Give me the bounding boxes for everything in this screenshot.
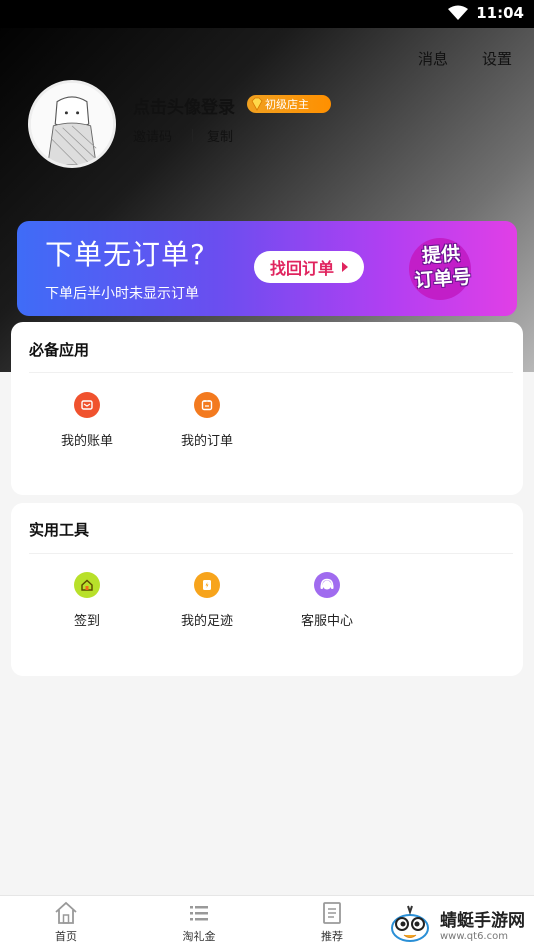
settings-button[interactable]: 设置 — [482, 48, 512, 69]
tab-recommend-label: 推荐 — [321, 930, 343, 943]
home-icon — [55, 901, 77, 924]
divider — [192, 129, 194, 142]
footprint-button[interactable]: 我的足迹 — [162, 572, 252, 629]
copy-button[interactable]: 复制 — [207, 126, 233, 145]
tools-card: 实用工具 签到 我的足迹 客服中心 — [11, 503, 523, 676]
divider — [29, 372, 513, 373]
list-icon — [190, 906, 208, 921]
status-bar: 11:04 — [0, 0, 534, 28]
customer-service-icon — [314, 572, 340, 598]
avatar-illustration-icon — [31, 83, 113, 165]
messages-button[interactable]: 消息 — [418, 48, 448, 69]
essential-apps-card: 必备应用 我的账单 我的订单 — [11, 322, 523, 495]
checkin-button[interactable]: 签到 — [42, 572, 132, 629]
tools-title: 实用工具 — [29, 521, 90, 539]
find-order-button[interactable]: 找回订单 — [254, 251, 364, 283]
checkin-label: 签到 — [73, 614, 100, 629]
watermark-name: 蜻蜓手游网 — [440, 910, 525, 931]
stamp-line-2: 订单号 — [413, 266, 473, 292]
customer-service-label: 客服中心 — [300, 614, 353, 629]
avatar[interactable] — [28, 80, 116, 168]
my-orders-button[interactable]: 我的订单 — [162, 392, 252, 449]
invite-code-label: 邀请码 — [133, 130, 173, 145]
order-recovery-banner[interactable]: 下单无订单? 下单后半小时未显示订单 找回订单 提供 订单号 — [17, 221, 517, 316]
tab-home-label: 首页 — [55, 930, 77, 943]
arrow-right-icon — [342, 262, 348, 272]
banner-subtitle: 下单后半小时未显示订单 — [45, 286, 199, 302]
level-badge: 初级店主 — [247, 95, 331, 113]
invite-code-row: 邀请码 复制 — [133, 126, 233, 145]
essential-apps-title: 必备应用 — [29, 341, 90, 359]
diamond-icon — [251, 97, 263, 111]
find-order-label: 找回订单 — [269, 259, 334, 278]
divider — [29, 553, 513, 554]
order-icon — [194, 392, 220, 418]
wifi-icon — [448, 5, 469, 20]
banner-stamp: 提供 订单号 — [403, 240, 480, 293]
login-prompt[interactable]: 点击头像登录 — [133, 93, 235, 118]
footprint-label: 我的足迹 — [180, 614, 233, 629]
checkin-home-icon — [74, 572, 100, 598]
watermark: 蜻蜓手游网 www.qt6.com — [386, 898, 534, 949]
customer-service-button[interactable]: 客服中心 — [282, 572, 372, 629]
tab-recommend[interactable]: 推荐 — [292, 900, 372, 944]
my-bill-label: 我的账单 — [60, 434, 113, 449]
status-time: 11:04 — [476, 4, 524, 22]
my-orders-label: 我的订单 — [180, 434, 233, 449]
footprint-icon — [194, 572, 220, 598]
document-icon — [323, 902, 341, 924]
my-bill-button[interactable]: 我的账单 — [42, 392, 132, 449]
tab-gift-money-label: 淘礼金 — [182, 930, 216, 943]
dragonfly-logo-icon — [391, 905, 429, 942]
watermark-url: www.qt6.com — [440, 930, 508, 942]
bill-icon — [74, 392, 100, 418]
header-actions: 消息 设置 — [418, 48, 512, 69]
banner-title: 下单无订单? — [45, 238, 206, 271]
tab-gift-money[interactable]: 淘礼金 — [159, 900, 239, 944]
tab-home[interactable]: 首页 — [26, 900, 106, 944]
level-badge-label: 初级店主 — [265, 98, 309, 111]
